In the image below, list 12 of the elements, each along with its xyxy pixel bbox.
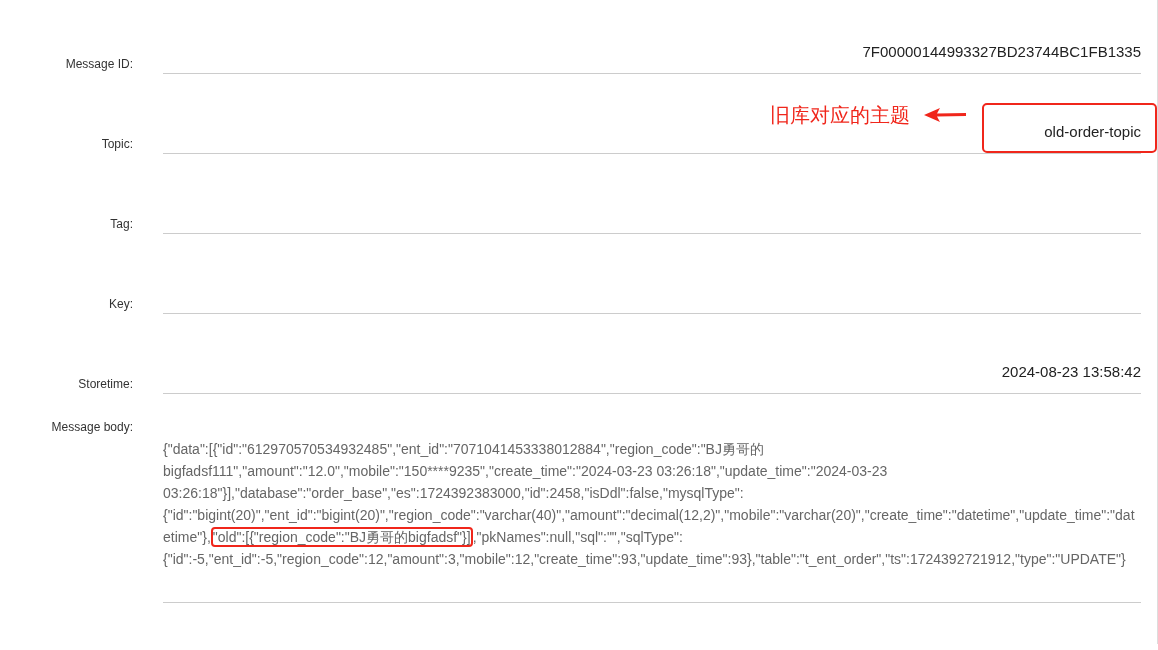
field-value: 2024-08-23 13:58:42 bbox=[1001, 361, 1141, 382]
annotation-text: 旧库对应的主题 bbox=[770, 102, 911, 128]
field-label: Message body: bbox=[50, 419, 133, 436]
message-body-text: {"data":[{"id":"612970570534932485","ent_id":"7071041453338012884","region_code":"BJ勇哥的bigfadsf111","amount":"12.0","mobile":"150****9235","create_time":"2024-03-23 03:26:18","update_time":"2024-03-23 03:26:18"}],"database":"order_base","es":1724392383000,"id":2458,"isDdl":false,"mysqlType":{"id":"bigint(20)","ent_id":"bigint(20)","region_code":"varchar(40)","amount":"decimal(12,2)","mobile":"varchar(20)","create_time":"datetime","update_time":"datetime"},"old":[{"region_code":"BJ勇哥的bigfadsf"}],"pkNames":null,"sql":"","sqlType":{"id":-5,"ent_id":-5,"region_code":12,"amount":3,"mobile":12,"create_time":93,"update_time":93},"table":"t_ent_order","ts":1724392721912,"type":"UPDATE"} bbox=[163, 394, 1141, 603]
field-label: Storetime: bbox=[77, 376, 133, 393]
arrow-icon bbox=[924, 107, 967, 122]
field-label: Tag: bbox=[109, 216, 133, 233]
field-value: 7F00000144993327BD23744BC1FB1335 bbox=[862, 41, 1141, 62]
field-label: Topic: bbox=[100, 136, 133, 153]
field-label: Message ID: bbox=[64, 56, 133, 73]
field-label: Key: bbox=[108, 296, 133, 313]
field-value: old-order-topic bbox=[982, 102, 1157, 153]
